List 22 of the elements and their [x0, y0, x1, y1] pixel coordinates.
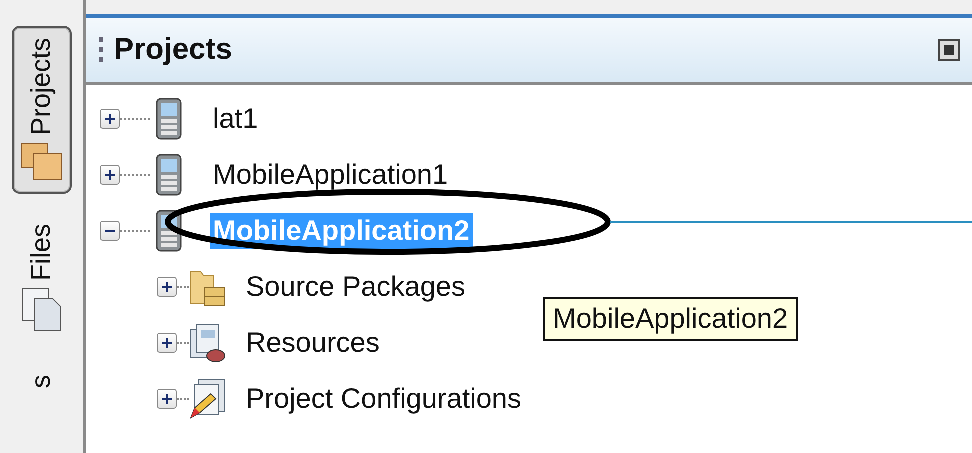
documents-icon — [189, 322, 227, 364]
expand-icon[interactable] — [157, 389, 177, 409]
side-tab[interactable]: Projects — [12, 26, 72, 194]
boxes-icon — [20, 142, 64, 182]
expand-icon[interactable] — [157, 333, 177, 353]
grip-icon[interactable] — [98, 35, 104, 65]
side-tab[interactable]: s — [18, 362, 65, 400]
tree-item[interactable]: Source Packages — [243, 269, 468, 305]
expand-icon[interactable] — [100, 165, 120, 185]
side-tab[interactable]: Files — [12, 212, 70, 345]
collapse-icon[interactable] — [100, 221, 120, 241]
tooltip: MobileApplication2 — [543, 297, 798, 341]
expand-icon[interactable] — [157, 277, 177, 297]
documents-icon — [20, 286, 62, 333]
tree-item[interactable]: MobileApplication1 — [210, 157, 452, 193]
document-pencil-icon — [189, 378, 227, 420]
tree-item[interactable]: Resources — [243, 325, 383, 361]
maximize-icon[interactable] — [938, 39, 960, 61]
expand-icon[interactable] — [100, 109, 120, 129]
tree-item[interactable]: Project Configurations — [243, 381, 524, 417]
tree-item[interactable]: lat1 — [210, 101, 262, 137]
panel-title: Projects — [114, 33, 234, 67]
